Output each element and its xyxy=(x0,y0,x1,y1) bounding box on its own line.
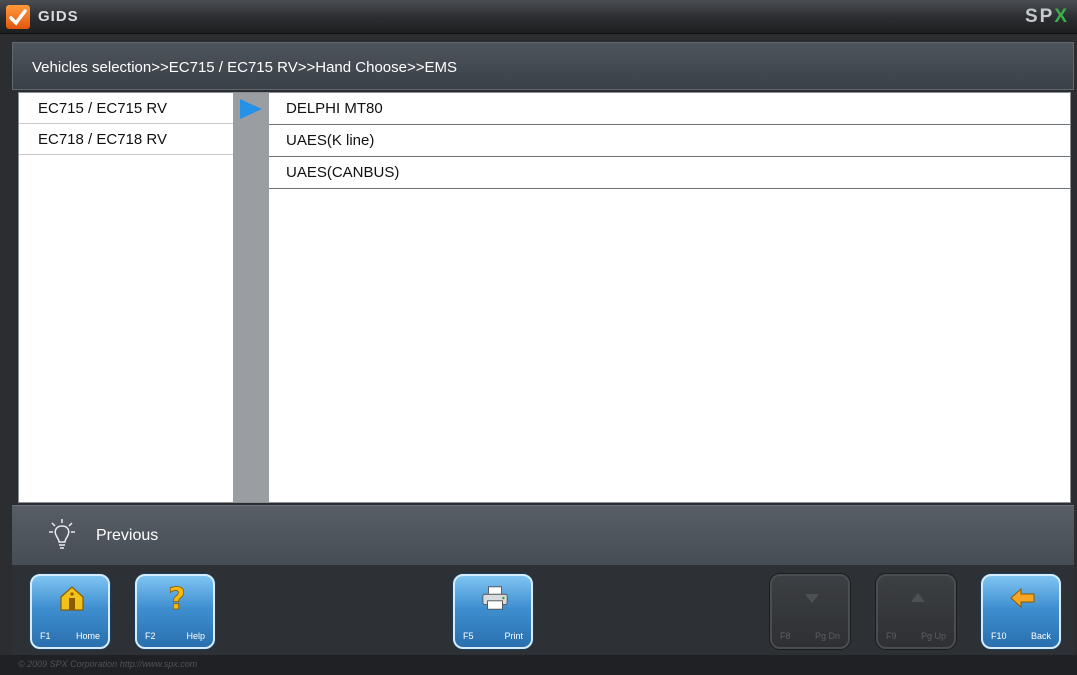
page-down-button[interactable]: F8 Pg Dn xyxy=(770,574,850,649)
page-up-button[interactable]: F9 Pg Up xyxy=(876,574,956,649)
list-item-delphi-mt80[interactable]: DELPHI MT80 xyxy=(269,93,1070,125)
print-label: Print xyxy=(504,631,523,641)
lightbulb-icon xyxy=(48,518,76,552)
pgup-label: Pg Up xyxy=(920,631,946,641)
app-title: GIDS xyxy=(38,8,79,25)
pgdn-label: Pg Dn xyxy=(814,631,840,641)
back-button[interactable]: F10 Back xyxy=(981,574,1061,649)
model-list: EC715 / EC715 RV EC718 / EC718 RV xyxy=(19,93,233,502)
help-key: F2 xyxy=(145,631,156,641)
app-logo-icon xyxy=(6,5,30,29)
back-arrow-icon xyxy=(1009,584,1037,612)
back-key: F10 xyxy=(991,631,1007,641)
question-icon: ? xyxy=(163,583,191,613)
brand-logo: SPX xyxy=(1025,6,1069,28)
home-icon xyxy=(58,584,86,612)
footer: © 2009 SPX Corporation http://www.spx.co… xyxy=(0,655,1077,675)
home-button[interactable]: F1 Home xyxy=(30,574,110,649)
pgdn-key: F8 xyxy=(780,631,791,641)
brand-x: X xyxy=(1054,6,1069,27)
arrow-up-icon xyxy=(904,584,932,612)
print-key: F5 xyxy=(463,631,474,641)
title-bar: GIDS SPX xyxy=(0,0,1077,34)
help-button[interactable]: ? F2 Help xyxy=(135,574,215,649)
list-item-uaes-kline[interactable]: UAES(K line) xyxy=(269,125,1070,157)
function-toolbar: F1 Home ? F2 Help F5 Print F8 Pg Dn F9 P… xyxy=(12,565,1074,655)
list-item-ec715[interactable]: EC715 / EC715 RV xyxy=(19,93,233,124)
back-label: Back xyxy=(1030,631,1051,641)
print-button[interactable]: F5 Print xyxy=(453,574,533,649)
svg-text:?: ? xyxy=(168,583,185,613)
list-item-uaes-canbus[interactable]: UAES(CANBUS) xyxy=(269,157,1070,189)
selection-panel: EC715 / EC715 RV EC718 / EC718 RV DELPHI… xyxy=(18,92,1071,503)
breadcrumb-bar: Vehicles selection>>EC715 / EC715 RV>>Ha… xyxy=(12,42,1074,90)
hint-bar: Previous xyxy=(12,505,1074,565)
hint-text: Previous xyxy=(96,527,159,544)
list-item-ec718[interactable]: EC718 / EC718 RV xyxy=(19,124,233,155)
printer-icon xyxy=(481,584,509,612)
home-label: Home xyxy=(75,631,100,641)
help-label: Help xyxy=(186,631,205,641)
selection-gutter xyxy=(233,93,269,502)
copyright-text: © 2009 SPX Corporation http://www.spx.co… xyxy=(18,659,198,669)
system-list: DELPHI MT80 UAES(K line) UAES(CANBUS) xyxy=(269,93,1070,502)
breadcrumb: Vehicles selection>>EC715 / EC715 RV>>Ha… xyxy=(32,59,457,76)
pgup-key: F9 xyxy=(886,631,897,641)
arrow-down-icon xyxy=(798,584,826,612)
selected-arrow-icon xyxy=(240,99,262,119)
brand-text: SP xyxy=(1024,6,1055,27)
home-key: F1 xyxy=(40,631,51,641)
